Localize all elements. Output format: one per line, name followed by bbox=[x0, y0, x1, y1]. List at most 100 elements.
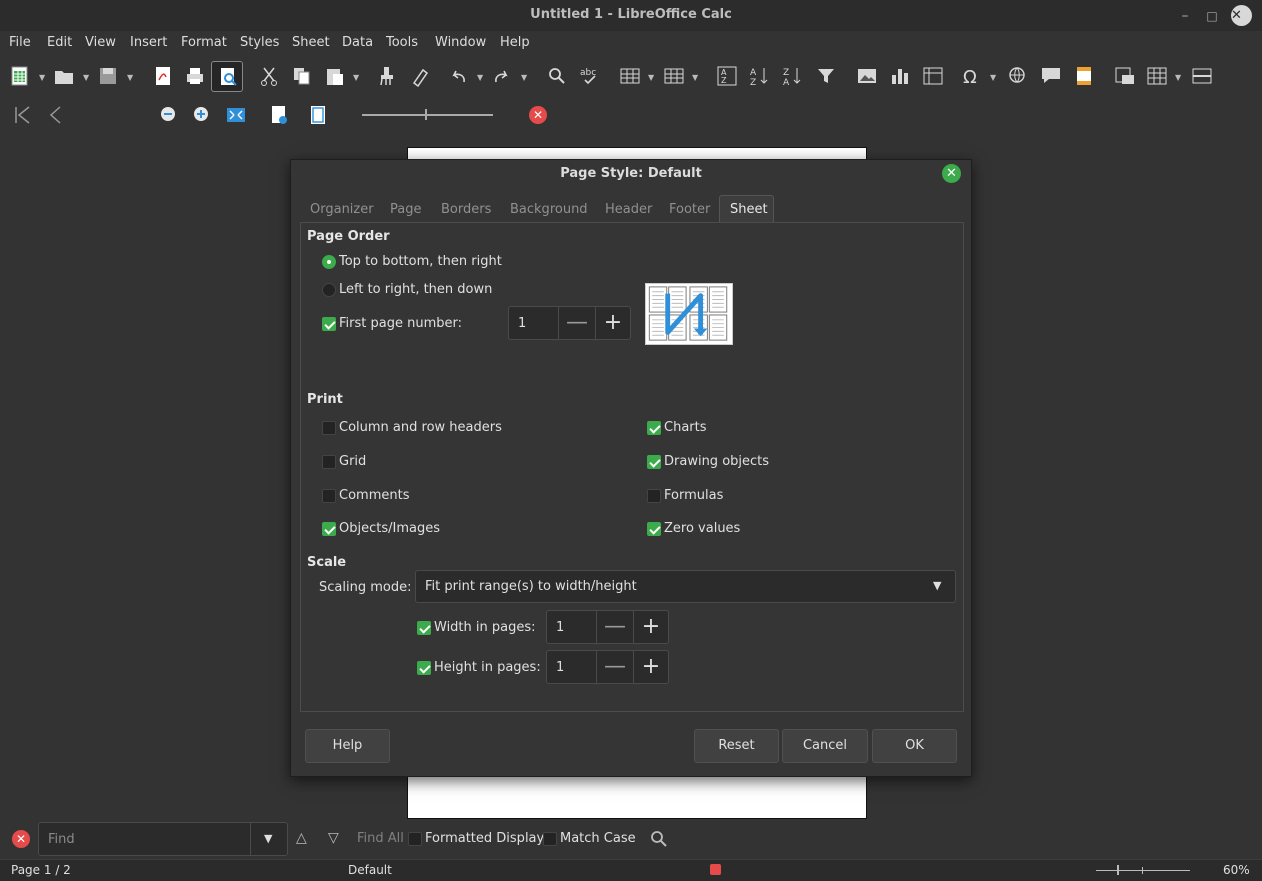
match-case-checkbox[interactable] bbox=[543, 832, 557, 846]
format-page-icon[interactable] bbox=[268, 104, 290, 126]
decrement-icon[interactable]: — bbox=[597, 651, 633, 683]
increment-icon[interactable]: + bbox=[595, 307, 631, 339]
chevron-down-icon[interactable]: ▼ bbox=[933, 579, 941, 592]
cut-icon[interactable] bbox=[258, 65, 280, 87]
menu-insert[interactable]: Insert bbox=[130, 35, 167, 50]
zoom-slider-track[interactable] bbox=[362, 114, 493, 116]
grid-label[interactable]: Grid bbox=[339, 454, 366, 469]
close-preview-icon[interactable]: ✕ bbox=[529, 106, 547, 124]
zero-values-checkbox[interactable] bbox=[647, 522, 661, 536]
close-findbar-icon[interactable]: ✕ bbox=[12, 830, 30, 848]
drawing-objects-label[interactable]: Drawing objects bbox=[664, 454, 769, 469]
first-page-number-spinner[interactable]: 1 — + bbox=[508, 306, 631, 340]
drawing-objects-checkbox[interactable] bbox=[647, 455, 661, 469]
zero-values-label[interactable]: Zero values bbox=[664, 521, 740, 536]
sort-icon[interactable]: AZ bbox=[716, 65, 738, 87]
decrement-icon[interactable]: — bbox=[597, 611, 633, 643]
height-in-pages-label[interactable]: Height in pages: bbox=[434, 660, 541, 675]
top-to-bottom-radio[interactable] bbox=[322, 255, 336, 269]
menu-tools[interactable]: Tools bbox=[386, 35, 418, 50]
increment-icon[interactable]: + bbox=[633, 611, 669, 643]
save-icon[interactable] bbox=[97, 65, 119, 87]
zoom-out-icon[interactable] bbox=[157, 103, 179, 125]
clear-formatting-icon[interactable] bbox=[409, 65, 431, 88]
height-in-pages-checkbox[interactable] bbox=[417, 661, 431, 675]
print-preview-button[interactable] bbox=[211, 61, 243, 92]
width-in-pages-checkbox[interactable] bbox=[417, 621, 431, 635]
export-pdf-icon[interactable] bbox=[152, 65, 174, 87]
print-icon[interactable] bbox=[184, 65, 206, 87]
new-dropdown-icon[interactable]: ▼ bbox=[39, 73, 45, 82]
objects-images-checkbox[interactable] bbox=[322, 522, 336, 536]
menu-data[interactable]: Data bbox=[342, 35, 373, 50]
redo-icon[interactable] bbox=[491, 65, 513, 87]
first-page-icon[interactable] bbox=[11, 104, 33, 126]
maximize-icon[interactable]: □ bbox=[1202, 6, 1222, 26]
full-screen-icon[interactable] bbox=[225, 104, 247, 126]
insert-chart-icon[interactable] bbox=[889, 65, 911, 87]
formulas-label[interactable]: Formulas bbox=[664, 488, 723, 503]
tab-footer[interactable]: Footer bbox=[669, 202, 710, 217]
menu-sheet[interactable]: Sheet bbox=[292, 35, 330, 50]
tab-sheet[interactable]: Sheet bbox=[730, 202, 768, 217]
tab-organizer[interactable]: Organizer bbox=[310, 202, 374, 217]
find-history-chevron-icon[interactable]: ▼ bbox=[264, 832, 272, 845]
paste-icon[interactable] bbox=[324, 65, 346, 87]
find-all-button[interactable]: Find All bbox=[357, 831, 404, 846]
grid-checkbox[interactable] bbox=[322, 455, 336, 469]
special-character-dropdown-icon[interactable]: ▼ bbox=[990, 73, 996, 82]
copy-icon[interactable] bbox=[291, 65, 313, 87]
sort-ascending-icon[interactable]: AZ bbox=[749, 65, 771, 88]
spelling-icon[interactable]: abc bbox=[579, 65, 601, 87]
headers-footers-icon[interactable] bbox=[1073, 65, 1095, 87]
freeze-dropdown-icon[interactable]: ▼ bbox=[1175, 73, 1181, 82]
menu-view[interactable]: View bbox=[85, 35, 116, 50]
tab-background[interactable]: Background bbox=[510, 202, 588, 217]
sort-descending-icon[interactable]: ZA bbox=[782, 65, 804, 88]
decrement-icon[interactable]: — bbox=[559, 307, 595, 339]
match-case-label[interactable]: Match Case bbox=[560, 831, 636, 846]
objects-images-label[interactable]: Objects/Images bbox=[339, 521, 440, 536]
autofilter-icon[interactable] bbox=[815, 65, 837, 87]
menu-edit[interactable]: Edit bbox=[47, 35, 72, 50]
undo-icon[interactable] bbox=[447, 65, 469, 87]
clone-formatting-icon[interactable] bbox=[376, 65, 398, 87]
pivot-table-icon[interactable] bbox=[922, 65, 944, 87]
cancel-button[interactable]: Cancel bbox=[782, 729, 868, 763]
find-replace-icon[interactable] bbox=[546, 65, 568, 87]
scaling-mode-select[interactable]: Fit print range(s) to width/height ▼ bbox=[415, 570, 956, 603]
menu-file[interactable]: File bbox=[9, 35, 31, 50]
formatted-display-checkbox[interactable] bbox=[408, 832, 422, 846]
open-dropdown-icon[interactable]: ▼ bbox=[83, 73, 89, 82]
find-replace-icon[interactable] bbox=[648, 828, 670, 850]
scaling-mode-value[interactable]: Fit print range(s) to width/height bbox=[425, 579, 637, 594]
find-placeholder[interactable]: Find bbox=[48, 832, 75, 847]
first-page-number-label[interactable]: First page number: bbox=[339, 316, 462, 331]
menu-format[interactable]: Format bbox=[181, 35, 227, 50]
split-window-icon[interactable] bbox=[1191, 65, 1213, 87]
document-modified-icon[interactable] bbox=[710, 864, 721, 875]
comments-label[interactable]: Comments bbox=[339, 488, 409, 503]
top-to-bottom-label[interactable]: Top to bottom, then right bbox=[339, 254, 502, 269]
page-style-indicator[interactable]: Default bbox=[348, 863, 392, 877]
menu-help[interactable]: Help bbox=[500, 35, 530, 50]
increment-icon[interactable]: + bbox=[633, 651, 669, 683]
minimize-icon[interactable]: – bbox=[1175, 6, 1195, 26]
row-icon[interactable] bbox=[619, 65, 641, 87]
charts-label[interactable]: Charts bbox=[664, 420, 707, 435]
define-print-area-icon[interactable] bbox=[1114, 65, 1136, 87]
width-in-pages-value[interactable]: 1 bbox=[556, 620, 564, 635]
width-in-pages-label[interactable]: Width in pages: bbox=[434, 620, 536, 635]
zoom-slider-handle[interactable] bbox=[425, 109, 427, 120]
height-in-pages-spinner[interactable]: 1 — + bbox=[546, 650, 669, 684]
previous-page-icon[interactable] bbox=[45, 104, 67, 126]
find-previous-icon[interactable]: △ bbox=[296, 830, 307, 846]
paste-dropdown-icon[interactable]: ▼ bbox=[353, 73, 359, 82]
column-icon[interactable] bbox=[663, 65, 685, 87]
reset-button[interactable]: Reset bbox=[694, 729, 779, 763]
open-folder-icon[interactable] bbox=[53, 65, 75, 87]
comment-icon[interactable] bbox=[1040, 65, 1062, 87]
first-page-number-value[interactable]: 1 bbox=[518, 316, 526, 331]
column-row-headers-checkbox[interactable] bbox=[322, 421, 336, 435]
zoom-in-icon[interactable] bbox=[190, 103, 212, 125]
